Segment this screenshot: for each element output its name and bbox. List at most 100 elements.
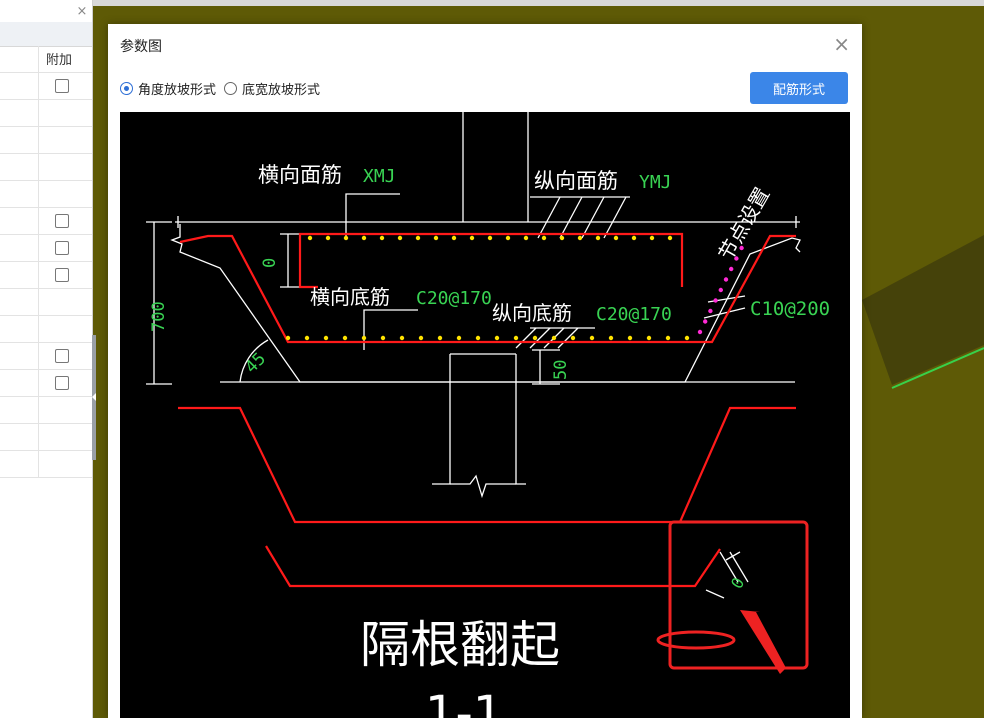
detail-rebar-2 (265, 545, 721, 588)
3d-edge-line (891, 347, 984, 389)
attach-checkbox[interactable] (55, 268, 69, 282)
top-rebar-dot (595, 235, 601, 241)
leader-top-trans (345, 193, 400, 238)
bottom-rebar-dot (551, 335, 557, 341)
property-row (0, 73, 92, 100)
bottom-rebar-dot (342, 335, 348, 341)
property-row (0, 451, 92, 478)
property-row (0, 235, 92, 262)
reinforcement-form-button[interactable]: 配筋形式 (750, 72, 848, 104)
stirrup-dot (723, 277, 729, 282)
top-rebar-dot (469, 235, 475, 241)
column-divider (38, 289, 39, 315)
label-bot-long-code: C20@170 (596, 304, 672, 325)
caption-alternate-bend: 隔根翻起 (360, 616, 560, 674)
bottom-rebar-dot (361, 335, 367, 341)
panel-close-icon[interactable]: × (74, 4, 90, 20)
bottom-rebar-dot (684, 335, 690, 341)
bottom-rebar-dot (437, 335, 443, 341)
property-row (0, 424, 92, 451)
top-rebar-dot (307, 235, 313, 241)
dim-zero-left-text: 0 (260, 258, 280, 268)
radio-width-slope[interactable] (224, 81, 238, 95)
leader-top-long-4 (603, 196, 627, 239)
radio-angle-slope-label[interactable]: 角度放坡形式 (138, 79, 216, 98)
property-row (0, 208, 92, 235)
label-node-settings: 节点设置 (714, 183, 775, 264)
bottom-rebar-dot (456, 335, 462, 341)
dim-height-text: 700 (149, 301, 169, 332)
break-symbol (450, 474, 516, 499)
column-divider (38, 343, 39, 369)
dialog-close-icon[interactable]: × (833, 32, 850, 56)
column-divider (38, 397, 39, 423)
3d-slab-shape (862, 235, 984, 385)
panel-header-bar (0, 22, 92, 47)
stirrup-dot (703, 319, 708, 324)
radio-angle-slope[interactable] (120, 81, 133, 95)
leader-top-long-3 (581, 196, 605, 239)
bottom-rebar-dot (475, 335, 481, 341)
property-row (0, 262, 92, 289)
property-row (0, 127, 92, 154)
column-divider (38, 262, 39, 288)
bottom-rebar-dot (304, 335, 310, 341)
bottom-rebar-dot (418, 335, 424, 341)
top-rebar-dot (631, 235, 637, 241)
attach-checkbox[interactable] (55, 376, 69, 390)
top-rebar-dot (379, 235, 385, 241)
attach-checkbox[interactable] (55, 241, 69, 255)
stirrup-dot (708, 308, 713, 314)
dim-cover-text: 50 (551, 360, 571, 380)
highlight-arrow (740, 610, 786, 674)
detail-dim-tick-1 (725, 551, 741, 561)
top-rebar-dot (343, 235, 349, 241)
label-bot-long-prefix: 纵向底筋 (492, 301, 572, 325)
column-divider (38, 235, 39, 261)
label-top-long-code: YMJ (639, 172, 672, 193)
column-divider (38, 46, 39, 72)
column-divider (38, 451, 39, 477)
top-rebar-dot (433, 235, 439, 241)
attach-column-header: 附加 (46, 53, 73, 68)
column-divider (38, 316, 39, 342)
top-rebar-dot (361, 235, 367, 241)
top-rebar-dot (667, 235, 673, 241)
dialog-title: 参数图 (120, 39, 162, 55)
label-bot-trans-code: C20@170 (416, 288, 492, 309)
attach-checkbox[interactable] (55, 214, 69, 228)
top-toolbar-strip (0, 0, 984, 6)
bottom-rebar-dot (608, 335, 614, 341)
top-rebar-dot (451, 235, 457, 241)
bottom-rebar-dot (589, 335, 595, 341)
column-divider (38, 181, 39, 207)
top-rebar-dot (325, 235, 331, 241)
bottom-rebar-dot (285, 335, 291, 341)
property-row (0, 289, 92, 316)
property-row (0, 316, 92, 343)
leader-top-long-1 (537, 196, 561, 239)
highlight-box (668, 520, 809, 670)
radio-width-slope-label[interactable]: 底宽放坡形式 (242, 79, 320, 98)
property-row (0, 181, 92, 208)
dim-angle-text: 45 (241, 349, 270, 378)
bottom-rebar-markers (285, 335, 690, 341)
attach-checkbox[interactable] (55, 79, 69, 93)
bottom-rebar-dot (665, 335, 671, 341)
panel-splitter-handle[interactable] (92, 335, 96, 460)
stirrup-dot (729, 266, 734, 272)
top-rebar-markers (307, 235, 673, 241)
property-row (0, 100, 92, 127)
column-divider (38, 154, 39, 180)
detail-rebar-1 (178, 406, 796, 524)
attach-checkbox[interactable] (55, 349, 69, 363)
property-row (0, 397, 92, 424)
detail-dim-tick-2 (705, 589, 725, 599)
top-rebar-dot (559, 235, 565, 241)
column-divider (38, 370, 39, 396)
stirrup-dot (713, 298, 718, 303)
top-rebar-dot (505, 235, 511, 241)
property-table: 附加 (0, 46, 92, 478)
property-panel: × 附加 (0, 0, 93, 718)
bottom-rebar-dot (570, 335, 576, 341)
